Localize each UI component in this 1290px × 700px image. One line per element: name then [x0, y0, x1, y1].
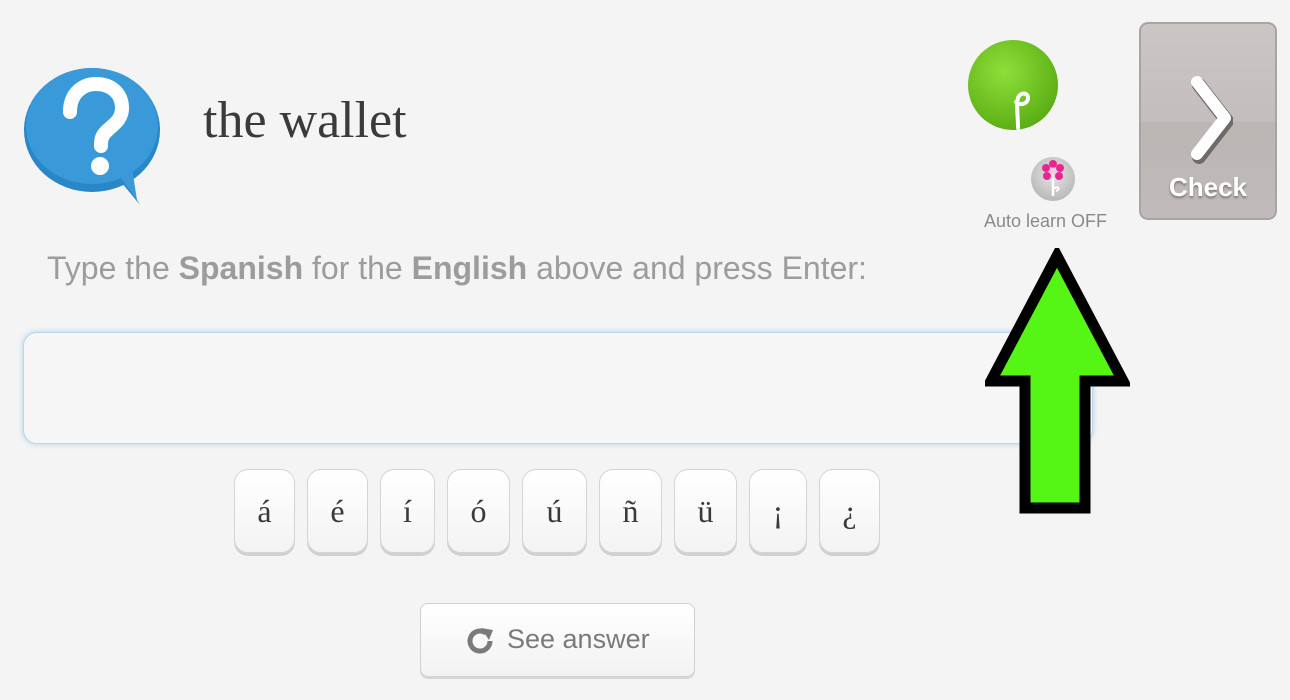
autolearn-status-label: Auto learn OFF [984, 211, 1108, 231]
see-answer-button[interactable]: See answer [420, 603, 695, 677]
refresh-icon [467, 628, 493, 654]
instruction-part3: above and press Enter: [527, 250, 867, 286]
flower-icon[interactable] [1030, 156, 1076, 202]
seedling-plant-icon [968, 40, 1058, 130]
chevron-right-icon [1191, 76, 1233, 164]
accent-key-u-acute[interactable]: ú [522, 469, 587, 553]
up-arrow-annotation [985, 248, 1130, 514]
accent-key-e-acute[interactable]: é [307, 469, 368, 553]
see-answer-label: See answer [507, 624, 650, 654]
instruction-source-language: English [411, 250, 528, 286]
instruction-target-language: Spanish [178, 250, 304, 286]
accent-key-a-acute[interactable]: á [234, 469, 295, 553]
accent-key-i-acute[interactable]: í [380, 469, 435, 553]
accent-key-o-acute[interactable]: ó [447, 469, 510, 553]
accent-key-u-umlaut[interactable]: ü [674, 469, 737, 553]
accent-key-inverted-exclamation[interactable]: ¡ [749, 469, 807, 553]
instruction-text: Type the Spanish for the English above a… [47, 250, 867, 287]
question-bubble-icon [24, 68, 160, 205]
answer-input[interactable] [23, 332, 1093, 444]
instruction-part1: Type the [47, 250, 179, 286]
check-button-label: Check [1168, 172, 1248, 202]
prompt-word: the wallet [203, 92, 407, 149]
accent-key-n-tilde[interactable]: ñ [599, 469, 662, 553]
check-button[interactable]: Check [1139, 22, 1277, 220]
instruction-part2: for the [303, 250, 412, 286]
accent-key-inverted-question[interactable]: ¿ [819, 469, 880, 553]
